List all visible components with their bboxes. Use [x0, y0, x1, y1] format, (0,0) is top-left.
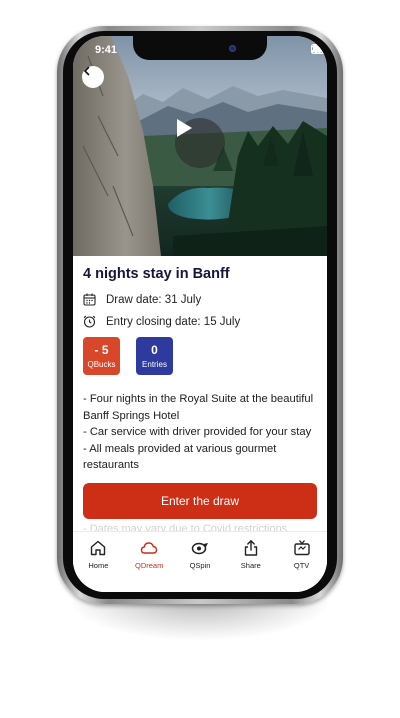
- alarm-clock-icon: [83, 315, 96, 328]
- tab-qdream[interactable]: QDream: [124, 532, 175, 592]
- prize-title: 4 nights stay in Banff: [83, 266, 230, 282]
- closing-date-row: Entry closing date: 15 July: [83, 315, 240, 328]
- tab-home-label: Home: [88, 561, 109, 570]
- tab-qdream-label: QDream: [135, 561, 164, 570]
- app-screen: 9:41 4 nights stay in Banff Draw date: 3…: [73, 36, 327, 592]
- home-icon: [91, 540, 106, 556]
- qbucks-label: QBucks: [87, 359, 116, 369]
- tab-share-label: Share: [240, 561, 261, 570]
- draw-date: Draw date: 31 July: [106, 293, 202, 306]
- tab-home[interactable]: Home: [73, 532, 124, 592]
- bottom-tab-bar: Home QDream QSpin Share QTV: [73, 531, 327, 592]
- entries-value: 0: [151, 342, 158, 357]
- front-camera: [229, 45, 236, 52]
- draw-date-row: Draw date: 31 July: [83, 293, 201, 306]
- tab-qspin[interactable]: QSpin: [175, 532, 226, 592]
- calendar-icon: [83, 293, 96, 306]
- prize-details: 4 nights stay in Banff Draw date: 31 Jul…: [73, 256, 327, 566]
- tab-share[interactable]: Share: [225, 532, 276, 592]
- play-icon: [177, 119, 192, 137]
- play-button[interactable]: [175, 118, 225, 168]
- chevron-left-icon: [83, 66, 90, 76]
- phone-notch: [133, 36, 267, 60]
- share-icon: [244, 540, 257, 556]
- spin-icon: [191, 542, 208, 555]
- tab-qspin-label: QSpin: [189, 561, 211, 570]
- closing-date: Entry closing date: 15 July: [106, 315, 241, 328]
- description-line: - Car service with driver provided for y…: [83, 426, 312, 438]
- status-time: 9:41: [95, 44, 118, 56]
- battery-icon: [311, 44, 327, 54]
- description-line: - All meals provided at various gourmet …: [83, 442, 277, 472]
- tab-qtv[interactable]: QTV: [276, 532, 327, 592]
- tv-icon: [293, 540, 310, 556]
- qbucks-value: - 5: [94, 342, 109, 357]
- hero-video[interactable]: 9:41: [73, 36, 327, 256]
- back-button[interactable]: [82, 66, 104, 88]
- cloud-icon: [140, 542, 158, 554]
- qbucks-badge: - 5 QBucks: [83, 337, 120, 375]
- prize-description: - Four nights in the Royal Suite at the …: [83, 391, 319, 474]
- tab-qtv-label: QTV: [293, 561, 310, 570]
- entries-label: Entries: [142, 359, 167, 369]
- entries-badge: 0 Entries: [136, 337, 173, 375]
- description-line: - Four nights in the Royal Suite at the …: [83, 393, 314, 422]
- enter-draw-button[interactable]: Enter the draw: [83, 483, 317, 519]
